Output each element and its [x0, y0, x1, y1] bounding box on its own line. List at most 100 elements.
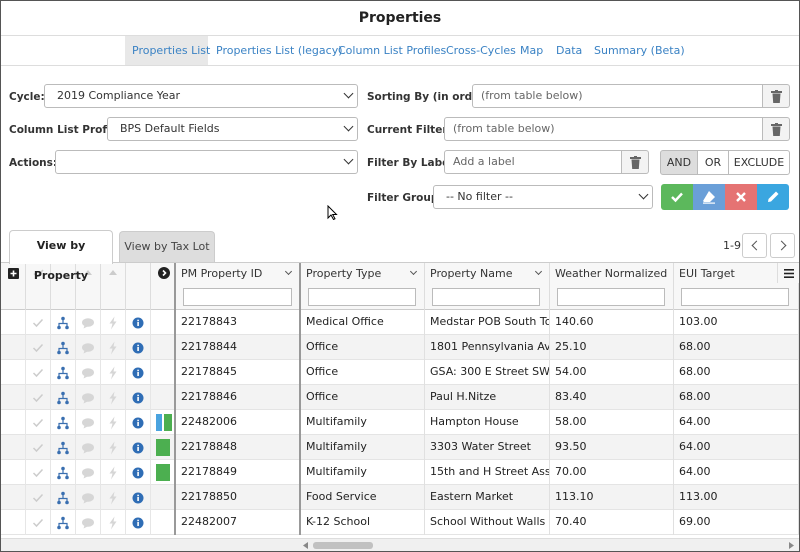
info-cell[interactable]	[126, 310, 151, 335]
filter-group-select[interactable]: -- No filter --	[433, 185, 653, 209]
column-header-pm-property-id[interactable]: PM Property ID	[176, 263, 301, 310]
table-row[interactable]: 22178843 Medical Office Medstar POB South …	[1, 310, 799, 335]
info-icon[interactable]	[132, 442, 144, 453]
column-header-weather-normalized[interactable]: Weather Normalized Si…	[550, 263, 674, 310]
next-page-button[interactable]	[770, 233, 795, 258]
tab-view-by-tax-lot[interactable]: View by Tax Lot	[119, 231, 215, 262]
and-button[interactable]: AND	[660, 150, 698, 175]
notes-cell[interactable]	[76, 410, 101, 435]
labels-cell[interactable]	[151, 335, 176, 360]
column-header-property-type[interactable]: Property Type	[301, 263, 425, 310]
meters-cell[interactable]	[101, 335, 126, 360]
table-row[interactable]: 22178848 Multifamily 3303 Water Street 93.5…	[1, 435, 799, 460]
info-cell[interactable]	[126, 410, 151, 435]
exclude-button[interactable]: EXCLUDE	[728, 150, 790, 175]
labels-cell[interactable]	[151, 360, 176, 385]
sorting-by-input[interactable]: (from table below)	[472, 84, 763, 108]
info-cell[interactable]	[126, 435, 151, 460]
info-icon[interactable]	[132, 492, 144, 503]
tab-properties-list-legacy[interactable]: Properties List (legacy)	[216, 36, 343, 65]
expand-row-cell[interactable]	[1, 310, 26, 335]
delete-filter-group-button[interactable]	[725, 184, 757, 210]
row-select-cell[interactable]	[26, 510, 51, 535]
chevron-down-icon[interactable]	[534, 267, 543, 276]
notes-cell[interactable]	[76, 335, 101, 360]
grid-menu-button[interactable]	[777, 263, 799, 283]
chevron-down-icon[interactable]	[284, 267, 293, 276]
notes-cell[interactable]	[76, 435, 101, 460]
expand-row-cell[interactable]	[1, 485, 26, 510]
meters-cell[interactable]	[101, 460, 126, 485]
labels-cell[interactable]	[151, 510, 176, 535]
filter-by-label-input[interactable]: Add a label	[444, 150, 622, 174]
scroll-left-icon[interactable]	[303, 542, 308, 549]
merge-cell[interactable]	[51, 435, 76, 460]
column-filter-input[interactable]	[308, 288, 416, 306]
merge-cell[interactable]	[51, 510, 76, 535]
clear-label-filter-button[interactable]	[622, 150, 649, 174]
table-row[interactable]: 22178844Office1801 Pennsylvania Ave…25.1…	[1, 335, 799, 360]
info-icon[interactable]	[132, 342, 144, 353]
tab-view-by-property[interactable]: View by Property	[9, 230, 113, 282]
row-select-cell[interactable]	[26, 485, 51, 510]
row-select-cell[interactable]	[26, 435, 51, 460]
meters-cell[interactable]	[101, 310, 126, 335]
info-cell[interactable]	[126, 460, 151, 485]
or-button[interactable]: OR	[697, 150, 729, 175]
merge-cell[interactable]	[51, 460, 76, 485]
table-row[interactable]: 22482006 Multifamily Hampton House 58.00 64.…	[1, 410, 799, 435]
clear-sorting-button[interactable]	[763, 84, 790, 108]
labels-header[interactable]	[151, 263, 176, 310]
meters-cell[interactable]	[101, 385, 126, 410]
meters-cell[interactable]	[101, 360, 126, 385]
column-filter-input[interactable]	[183, 288, 292, 306]
table-row[interactable]: 22178850 Food Service Eastern Market 113.10…	[1, 485, 799, 510]
labels-cell[interactable]	[151, 310, 176, 335]
info-cell[interactable]	[126, 485, 151, 510]
info-icon[interactable]	[132, 517, 144, 528]
notes-cell[interactable]	[76, 310, 101, 335]
tab-data[interactable]: Data	[556, 36, 582, 65]
expand-all-header[interactable]	[1, 263, 26, 310]
labels-cell[interactable]	[151, 460, 176, 485]
info-icon[interactable]	[132, 367, 144, 378]
labels-cell[interactable]	[151, 485, 176, 510]
expand-row-cell[interactable]	[1, 435, 26, 460]
expand-row-cell[interactable]	[1, 335, 26, 360]
row-select-cell[interactable]	[26, 310, 51, 335]
merge-cell[interactable]	[51, 410, 76, 435]
info-icon[interactable]	[132, 467, 144, 478]
row-select-cell[interactable]	[26, 335, 51, 360]
meters-header[interactable]	[101, 263, 126, 310]
meters-cell[interactable]	[101, 435, 126, 460]
labels-cell[interactable]	[151, 410, 176, 435]
info-icon[interactable]	[132, 417, 144, 428]
notes-cell[interactable]	[76, 510, 101, 535]
chevron-down-icon[interactable]	[409, 267, 418, 276]
edit-filter-group-button[interactable]	[757, 184, 789, 210]
column-header-property-name[interactable]: Property Name	[425, 263, 550, 310]
row-select-cell[interactable]	[26, 410, 51, 435]
row-select-cell[interactable]	[26, 385, 51, 410]
tab-map[interactable]: Map	[520, 36, 543, 65]
merge-cell[interactable]	[51, 335, 76, 360]
clear-filter-group-button[interactable]	[693, 184, 725, 210]
clear-filters-button[interactable]	[763, 117, 790, 141]
table-row[interactable]: 22178845 Office GSA: 300 E Street SW 54.00 6…	[1, 360, 799, 385]
merge-cell[interactable]	[51, 485, 76, 510]
apply-filter-group-button[interactable]	[661, 184, 693, 210]
notes-cell[interactable]	[76, 385, 101, 410]
expand-row-cell[interactable]	[1, 510, 26, 535]
table-row[interactable]: 22178846 Office Paul H.Nitze 83.40 68.00	[1, 385, 799, 410]
info-cell[interactable]	[126, 335, 151, 360]
expand-row-cell[interactable]	[1, 360, 26, 385]
row-select-cell[interactable]	[26, 460, 51, 485]
scrollbar-thumb[interactable]	[313, 542, 373, 549]
notes-cell[interactable]	[76, 360, 101, 385]
current-filters-input[interactable]: (from table below)	[444, 117, 763, 141]
labels-cell[interactable]	[151, 435, 176, 460]
expand-row-cell[interactable]	[1, 460, 26, 485]
horizontal-scrollbar[interactable]	[1, 538, 799, 551]
expand-row-cell[interactable]	[1, 385, 26, 410]
tab-summary-beta[interactable]: Summary (Beta)	[594, 36, 685, 65]
